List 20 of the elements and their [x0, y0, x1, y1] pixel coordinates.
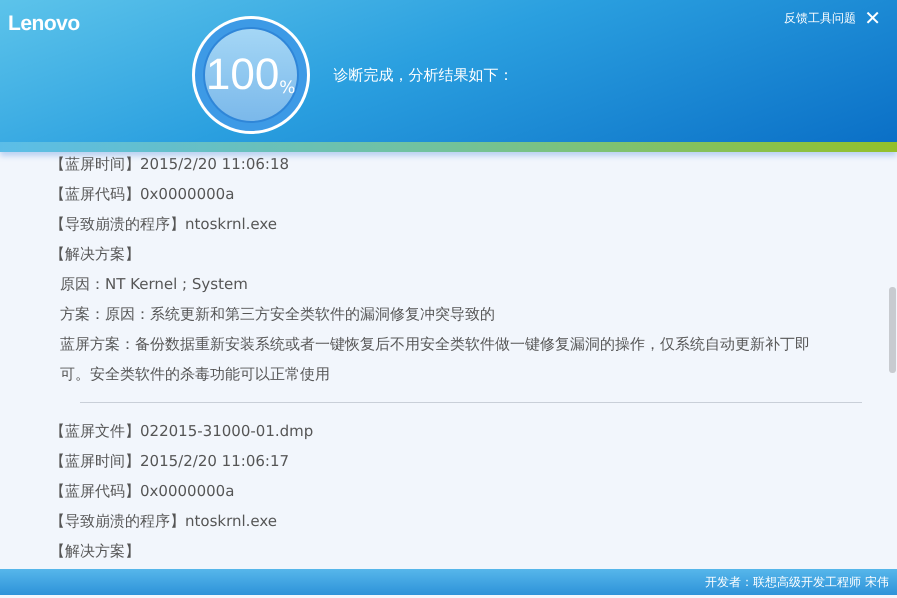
report-field: 【蓝屏时间】2015/2/20 11:06:17	[50, 446, 897, 476]
feedback-link[interactable]: 反馈工具问题	[784, 9, 856, 27]
logo-text: Lenovo	[7, 11, 80, 37]
report-field: 【蓝屏代码】0x0000000a	[50, 179, 897, 209]
solution-text: 蓝屏方案：备份数据重新安装系统或者一键恢复后不用安全类软件做一键修复漏洞的操作，仅系统自动更新补丁即可。安全类软件的杀毒功能可以正常使用	[59, 334, 811, 385]
percent-sign: %	[279, 80, 296, 97]
report-field: 【导致崩溃的程序】ntoskrnl.exe	[50, 209, 897, 239]
report-field: 【解决方案】	[50, 536, 897, 566]
report-field: 【解决方案】	[50, 239, 897, 269]
progress-value: 100	[206, 53, 280, 97]
scrollbar-thumb[interactable]	[889, 287, 896, 373]
solution-text: 方案：原因：系统更新和第三方安全类软件的漏洞修复冲突导致的	[59, 304, 496, 325]
developer-credit: 开发者：联想高级开发工程师 宋伟	[705, 574, 889, 591]
report-field: 【导致崩溃的程序】ntoskrnl.exe	[50, 506, 897, 536]
status-text: 诊断完成，分析结果如下：	[334, 64, 514, 86]
close-button[interactable]: ✕	[864, 8, 881, 28]
report-field: 【蓝屏文件】022015-31000-01.dmp	[50, 416, 897, 446]
report-field: 【蓝屏时间】2015/2/20 11:06:18	[50, 149, 897, 179]
report-field: 【蓝屏代码】0x0000000a	[50, 476, 897, 506]
solution-text: 原因：NT Kernel ; System	[59, 274, 249, 295]
